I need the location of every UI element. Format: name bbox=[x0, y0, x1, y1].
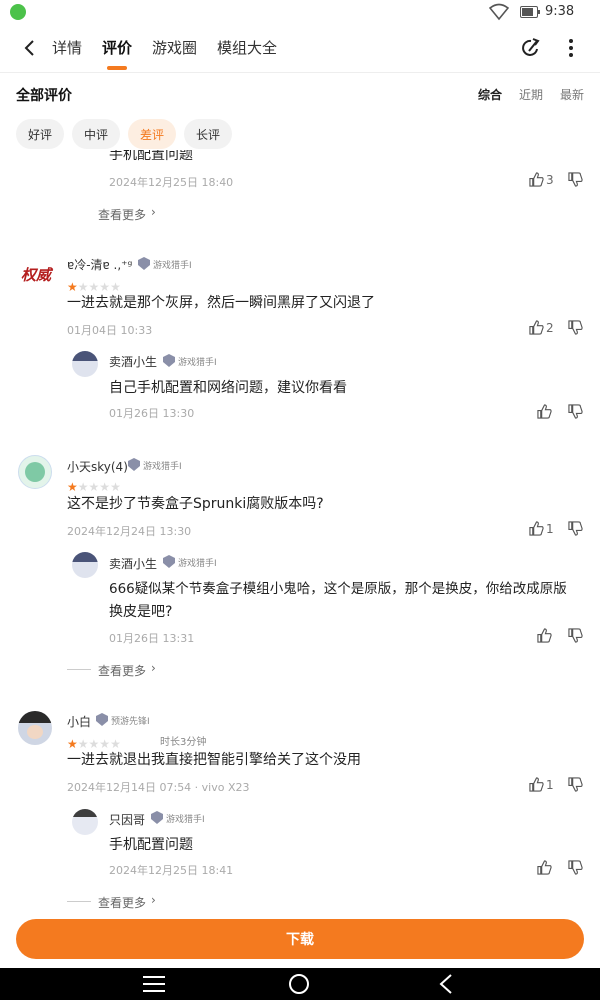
reply-text: 手机配置问题 bbox=[109, 150, 193, 163]
reply-time: 01月26日 13:31 bbox=[109, 632, 195, 645]
reply-text: 手机配置问题 bbox=[109, 837, 193, 853]
tab-reviews[interactable]: 评价 bbox=[102, 37, 132, 58]
tab-details[interactable]: 详情 bbox=[52, 37, 82, 58]
review-time: 2024年12月14日 07:54 · vivo X23 bbox=[67, 781, 250, 794]
badge-icon bbox=[151, 811, 163, 824]
partial-reply: 手机配置问题 bbox=[0, 150, 600, 230]
thumbs-down-icon[interactable] bbox=[568, 521, 583, 536]
share-icon[interactable] bbox=[520, 37, 542, 59]
download-button[interactable]: 下载 bbox=[16, 919, 584, 959]
badge-icon bbox=[163, 354, 175, 367]
thumbs-down-icon[interactable] bbox=[568, 320, 583, 335]
user-badge: 游戏猎手Ⅰ bbox=[143, 462, 182, 472]
like-count: 3 bbox=[546, 173, 554, 187]
filter-long[interactable]: 长评 bbox=[184, 119, 232, 149]
play-time: 时长3分钟 bbox=[160, 737, 207, 748]
see-more-link[interactable]: 查看更多 bbox=[98, 206, 146, 223]
reply-time: 01月26日 13:30 bbox=[109, 407, 195, 420]
reply-time: 2024年12月25日 18:40 bbox=[109, 176, 234, 189]
wifi-icon bbox=[489, 3, 509, 21]
thumbs-up-icon[interactable] bbox=[537, 628, 552, 643]
review-text: 一进去就是那个灰屏，然后一瞬间黑屏了又闪退了 bbox=[67, 295, 375, 311]
section-title: 全部评价 bbox=[16, 88, 72, 104]
tab-game-circle[interactable]: 游戏圈 bbox=[152, 37, 197, 58]
sort-newest[interactable]: 最新 bbox=[560, 86, 584, 103]
username[interactable]: 小天sky(4) bbox=[67, 458, 128, 475]
thumbs-up-icon[interactable] bbox=[537, 404, 552, 419]
thumbs-down-icon[interactable] bbox=[568, 628, 583, 643]
divider bbox=[67, 669, 91, 670]
see-more-link[interactable]: 查看更多 bbox=[98, 894, 146, 911]
sort-comprehensive[interactable]: 综合 bbox=[478, 86, 502, 103]
thumbs-up-icon[interactable] bbox=[529, 320, 544, 335]
avatar[interactable] bbox=[72, 809, 98, 835]
sort-recent[interactable]: 近期 bbox=[519, 86, 543, 103]
star-icon: ★ bbox=[99, 480, 111, 494]
home-circle-icon[interactable] bbox=[288, 973, 310, 995]
avatar[interactable]: 权威 bbox=[18, 256, 54, 292]
menu-icon[interactable] bbox=[143, 974, 165, 994]
status-time: 9:38 bbox=[545, 4, 575, 19]
review-text: 一进去就退出我直接把智能引擎给关了这个没用 bbox=[67, 752, 361, 768]
user-badge: 游戏猎手Ⅰ bbox=[178, 358, 217, 368]
badge-icon bbox=[96, 713, 108, 726]
reply-text: 自己手机配置和网络问题，建议你看看 bbox=[109, 380, 347, 396]
thumbs-down-icon[interactable] bbox=[568, 404, 583, 419]
see-more-link[interactable]: 查看更多 bbox=[98, 662, 146, 679]
chevron-right-icon: › bbox=[151, 205, 156, 219]
top-nav-bar: 详情 评价 游戏圈 模组大全 bbox=[0, 24, 600, 73]
user-badge: 游戏猎手Ⅰ bbox=[153, 261, 192, 271]
reply-username[interactable]: 卖酒小生 bbox=[109, 555, 157, 572]
thumbs-down-icon[interactable] bbox=[568, 860, 583, 875]
badge-icon bbox=[128, 458, 140, 471]
avatar[interactable] bbox=[18, 455, 52, 489]
back-triangle-icon[interactable] bbox=[438, 973, 454, 995]
badge-icon bbox=[163, 555, 175, 568]
chevron-right-icon: › bbox=[151, 893, 156, 907]
user-badge: 游戏猎手Ⅰ bbox=[178, 559, 217, 569]
thumbs-down-icon[interactable] bbox=[568, 777, 583, 792]
avatar[interactable] bbox=[18, 711, 52, 745]
thumbs-up-icon[interactable] bbox=[529, 521, 544, 536]
username[interactable]: ɐ冷-清ɐ .,⁺ᵍ bbox=[67, 256, 132, 273]
thumbs-up-icon[interactable] bbox=[537, 860, 552, 875]
like-count: 2 bbox=[546, 321, 554, 335]
reply-username[interactable]: 卖酒小生 bbox=[109, 353, 157, 370]
thumbs-down-icon[interactable] bbox=[568, 172, 583, 187]
divider bbox=[67, 901, 91, 902]
thumbs-up-icon[interactable] bbox=[529, 172, 544, 187]
reply-text-line2: 换皮是吧? bbox=[109, 604, 173, 620]
tab-mods[interactable]: 模组大全 bbox=[217, 37, 277, 58]
like-count: 1 bbox=[546, 778, 554, 792]
filter-neutral[interactable]: 中评 bbox=[72, 119, 120, 149]
review-time: 01月04日 10:33 bbox=[67, 324, 153, 337]
badge-icon bbox=[138, 257, 150, 270]
star-icon: ★ bbox=[77, 480, 89, 494]
review-text: 这不是抄了节奏盒子Sprunki腐败版本吗? bbox=[67, 496, 324, 512]
star-icon: ★ bbox=[110, 480, 121, 494]
user-badge: 游戏猎手Ⅰ bbox=[166, 815, 205, 825]
filter-negative[interactable]: 差评 bbox=[128, 119, 176, 149]
reply-username[interactable]: 只因哥 bbox=[109, 811, 145, 828]
active-tab-indicator bbox=[107, 66, 127, 70]
back-arrow-icon[interactable] bbox=[20, 38, 40, 58]
like-count: 1 bbox=[546, 522, 554, 536]
filter-positive[interactable]: 好评 bbox=[16, 119, 64, 149]
avatar[interactable] bbox=[72, 351, 98, 377]
star-icon: ★ bbox=[67, 480, 78, 494]
thumbs-up-icon[interactable] bbox=[529, 777, 544, 792]
status-bar: 9:38 bbox=[0, 0, 600, 24]
reply-time: 2024年12月25日 18:41 bbox=[109, 864, 234, 877]
username[interactable]: 小白 bbox=[67, 713, 91, 730]
more-vertical-icon[interactable] bbox=[566, 38, 576, 58]
reply-text-line1: 666疑似某个节奏盒子模组小鬼哈，这个是原版，那个是换皮，你给改成原版 bbox=[109, 581, 567, 597]
battery-icon bbox=[520, 6, 540, 18]
star-icon: ★ bbox=[88, 480, 100, 494]
avatar[interactable] bbox=[72, 552, 98, 578]
chevron-right-icon: › bbox=[151, 661, 156, 675]
review-time: 2024年12月24日 13:30 bbox=[67, 525, 192, 538]
system-nav-bar bbox=[0, 968, 600, 1000]
app-notification-icon bbox=[10, 4, 26, 20]
user-badge: 预游先锋Ⅰ bbox=[111, 717, 150, 727]
